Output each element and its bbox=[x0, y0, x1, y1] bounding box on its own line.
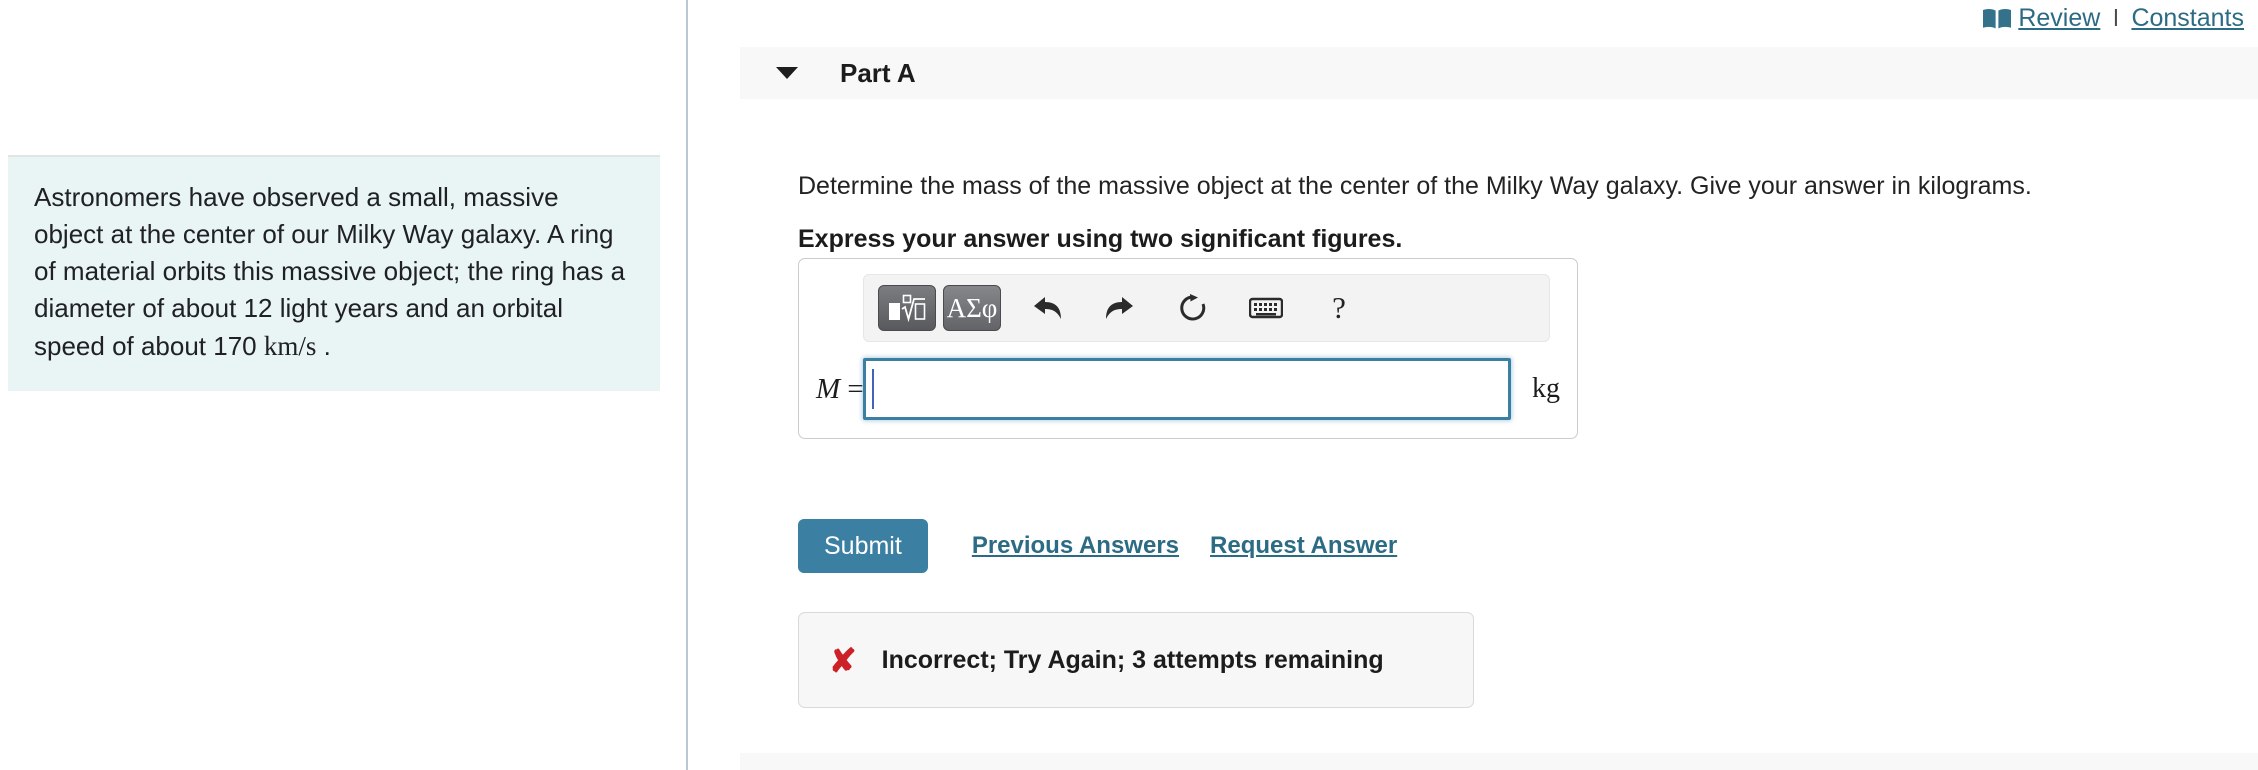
question-pane: Review l Constants Part A Determine the … bbox=[688, 0, 2258, 770]
greek-symbols-label: ΑΣφ bbox=[946, 292, 998, 323]
next-section-strip bbox=[740, 753, 2258, 770]
utility-separator: l bbox=[2113, 5, 2119, 31]
review-link[interactable]: Review bbox=[2018, 4, 2100, 33]
request-answer-link[interactable]: Request Answer bbox=[1210, 532, 1397, 560]
variable-symbol: M bbox=[816, 372, 841, 405]
equals-sign: = bbox=[847, 372, 864, 405]
question-prompt: Determine the mass of the massive object… bbox=[798, 172, 2032, 200]
redo-button[interactable] bbox=[1091, 285, 1149, 331]
question-instruction: Express your answer using two significan… bbox=[798, 224, 1403, 253]
math-template-button[interactable] bbox=[878, 285, 936, 331]
reset-button[interactable] bbox=[1164, 285, 1222, 331]
mastering-physics-problem-page: Astronomers have observed a small, massi… bbox=[0, 0, 2258, 770]
answer-input[interactable] bbox=[874, 361, 1508, 417]
answer-unit-label: kg bbox=[1532, 373, 1560, 404]
question-mark-icon: ? bbox=[1332, 290, 1346, 325]
chevron-down-icon[interactable] bbox=[776, 67, 798, 79]
keyboard-button[interactable] bbox=[1237, 285, 1295, 331]
greek-symbols-button[interactable]: ΑΣφ bbox=[943, 285, 1001, 331]
answer-variable-label: M = bbox=[816, 372, 864, 406]
answer-entry-widget: ΑΣφ ? M = kg bbox=[798, 258, 1578, 439]
utility-bar: Review l Constants bbox=[1982, 4, 2244, 33]
constants-link[interactable]: Constants bbox=[2131, 4, 2244, 33]
answer-input-row: M = kg bbox=[816, 358, 1560, 420]
part-a-header[interactable]: Part A bbox=[740, 47, 2258, 99]
previous-answers-link[interactable]: Previous Answers bbox=[972, 532, 1179, 560]
problem-speed-unit: km/s bbox=[263, 330, 317, 361]
feedback-message: Incorrect; Try Again; 3 attempts remaini… bbox=[881, 645, 1384, 674]
problem-statement-box: Astronomers have observed a small, massi… bbox=[8, 155, 660, 391]
problem-statement-pane: Astronomers have observed a small, massi… bbox=[0, 0, 686, 770]
question-body: Determine the mass of the massive object… bbox=[798, 170, 2238, 254]
book-icon bbox=[1982, 8, 2012, 30]
feedback-box: ✘ Incorrect; Try Again; 3 attempts remai… bbox=[798, 612, 1474, 708]
undo-button[interactable] bbox=[1018, 285, 1076, 331]
help-button[interactable]: ? bbox=[1310, 285, 1368, 331]
submit-button[interactable]: Submit bbox=[798, 519, 928, 573]
problem-text-tail: . bbox=[316, 330, 331, 361]
math-toolbar: ΑΣφ ? bbox=[863, 274, 1550, 342]
action-row: Submit Previous Answers Request Answer bbox=[798, 519, 1397, 573]
red-x-icon: ✘ bbox=[829, 641, 857, 679]
part-title: Part A bbox=[840, 57, 916, 88]
answer-input-container[interactable] bbox=[863, 358, 1511, 420]
